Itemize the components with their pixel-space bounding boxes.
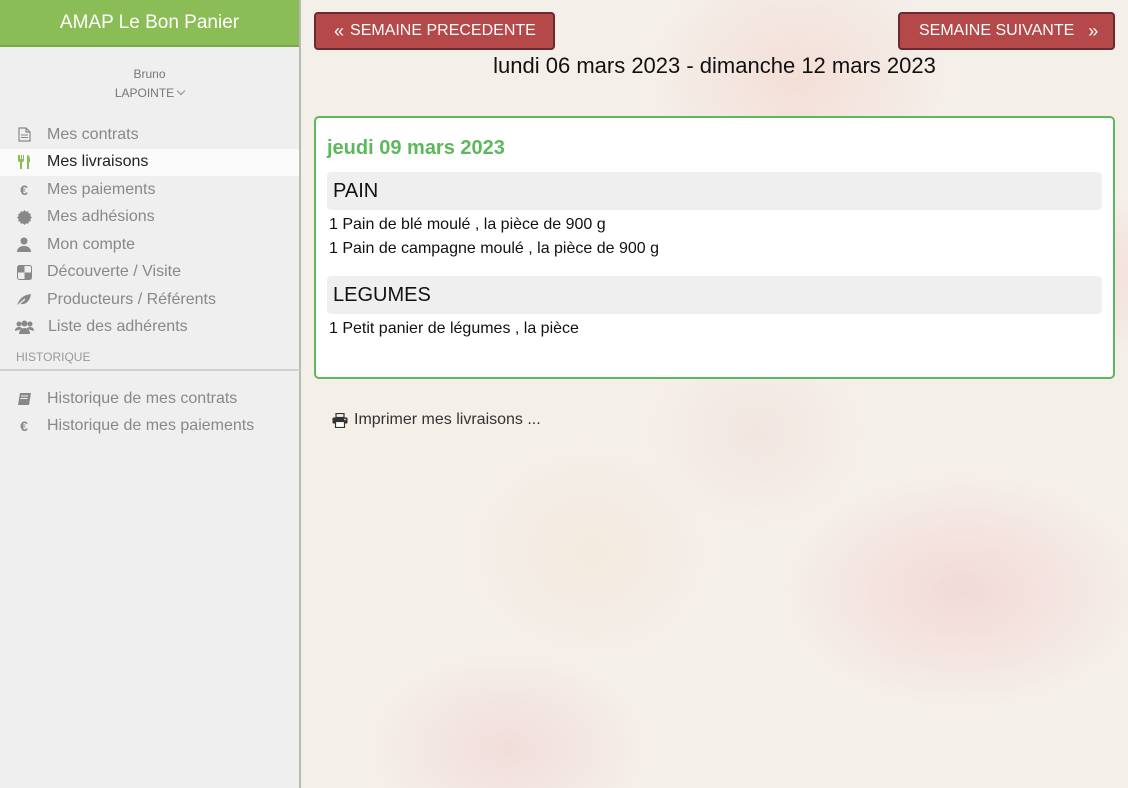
next-week-button[interactable]: SEMAINE SUIVANTE »: [898, 12, 1115, 50]
sidebar-item-label: Mes livraisons: [47, 153, 149, 171]
sidebar-item-label: Mes contrats: [47, 125, 139, 143]
chevron-down-icon: [176, 86, 186, 96]
sidebar-item-label: Producteurs / Référents: [47, 290, 216, 308]
history-menu: Historique de mes contrats € Historique …: [0, 385, 299, 440]
euro-icon: €: [20, 418, 28, 435]
previous-week-button[interactable]: « SEMAINE PRECEDENTE: [314, 12, 555, 50]
leaf-icon: [15, 292, 33, 308]
print-deliveries-link[interactable]: Imprimer mes livraisons ...: [332, 411, 541, 429]
sidebar-item-label: Mes paiements: [47, 180, 156, 198]
next-week-label: SEMAINE SUIVANTE: [919, 22, 1075, 39]
checker-icon: [15, 264, 33, 280]
sidebar-item-mon-compte[interactable]: Mon compte: [0, 231, 299, 259]
sidebar-item-historique-contrats[interactable]: Historique de mes contrats: [0, 385, 299, 413]
sidebar-item-historique-paiements[interactable]: € Historique de mes paiements: [0, 413, 299, 441]
sidebar: AMAP Le Bon Panier Bruno LAPOINTE Mes co…: [0, 0, 301, 788]
sidebar-item-label: Historique de mes paiements: [47, 417, 255, 435]
print-icon: [332, 412, 348, 428]
cutlery-icon: [15, 154, 33, 170]
sidebar-item-producteurs-referents[interactable]: Producteurs / Référents: [0, 286, 299, 314]
history-section-title: HISTORIQUE: [0, 350, 300, 371]
sidebar-item-label: Liste des adhérents: [48, 318, 188, 336]
sidebar-item-mes-adhesions[interactable]: Mes adhésions: [0, 204, 299, 232]
user-last-name: LAPOINTE: [114, 86, 175, 100]
sidebar-item-label: Mon compte: [47, 235, 136, 253]
main-content: « SEMAINE PRECEDENTE SEMAINE SUIVANTE » …: [301, 0, 1128, 788]
user-menu-toggle[interactable]: LAPOINTE: [0, 83, 299, 103]
sidebar-menu: Mes contrats Mes livraisons € Mes paieme…: [0, 121, 299, 341]
list-item: 1 Pain de campagne moulé , la pièce de 9…: [329, 240, 660, 257]
delivery-card: jeudi 09 mars 2023 PAIN 1 Pain de blé mo…: [314, 116, 1115, 379]
user-icon: [15, 237, 33, 253]
chevron-double-left-icon: «: [334, 20, 345, 41]
sidebar-item-mes-livraisons[interactable]: Mes livraisons: [0, 148, 299, 176]
category-header: LEGUMES: [327, 276, 1102, 314]
book-icon: [15, 391, 33, 407]
chevron-double-right-icon: »: [1088, 20, 1099, 41]
file-icon: [15, 127, 33, 143]
sidebar-item-liste-adherents[interactable]: Liste des adhérents: [0, 314, 299, 342]
sidebar-item-mes-paiements[interactable]: € Mes paiements: [0, 176, 299, 204]
sidebar-item-decouverte-visite[interactable]: Découverte / Visite: [0, 259, 299, 287]
user-block: Bruno LAPOINTE: [0, 66, 299, 103]
sidebar-item-label: Mes adhésions: [47, 208, 155, 226]
list-item: 1 Pain de blé moulé , la pièce de 900 g: [329, 216, 606, 233]
euro-icon: €: [20, 181, 28, 198]
sidebar-item-label: Historique de mes contrats: [47, 389, 238, 407]
week-range-title: lundi 06 mars 2023 - dimanche 12 mars 20…: [493, 53, 936, 78]
list-item: 1 Petit panier de légumes , la pièce: [329, 320, 579, 337]
users-icon: [15, 319, 34, 335]
delivery-day-title: jeudi 09 mars 2023: [327, 137, 505, 159]
previous-week-label: SEMAINE PRECEDENTE: [350, 22, 536, 39]
category-header: PAIN: [327, 172, 1102, 210]
sidebar-item-mes-contrats[interactable]: Mes contrats: [0, 121, 299, 149]
print-deliveries-label: Imprimer mes livraisons ...: [354, 411, 541, 428]
app-brand[interactable]: AMAP Le Bon Panier: [0, 0, 299, 47]
sidebar-item-label: Découverte / Visite: [47, 263, 181, 281]
certificate-icon: [15, 209, 33, 225]
user-first-name: Bruno: [133, 67, 166, 81]
